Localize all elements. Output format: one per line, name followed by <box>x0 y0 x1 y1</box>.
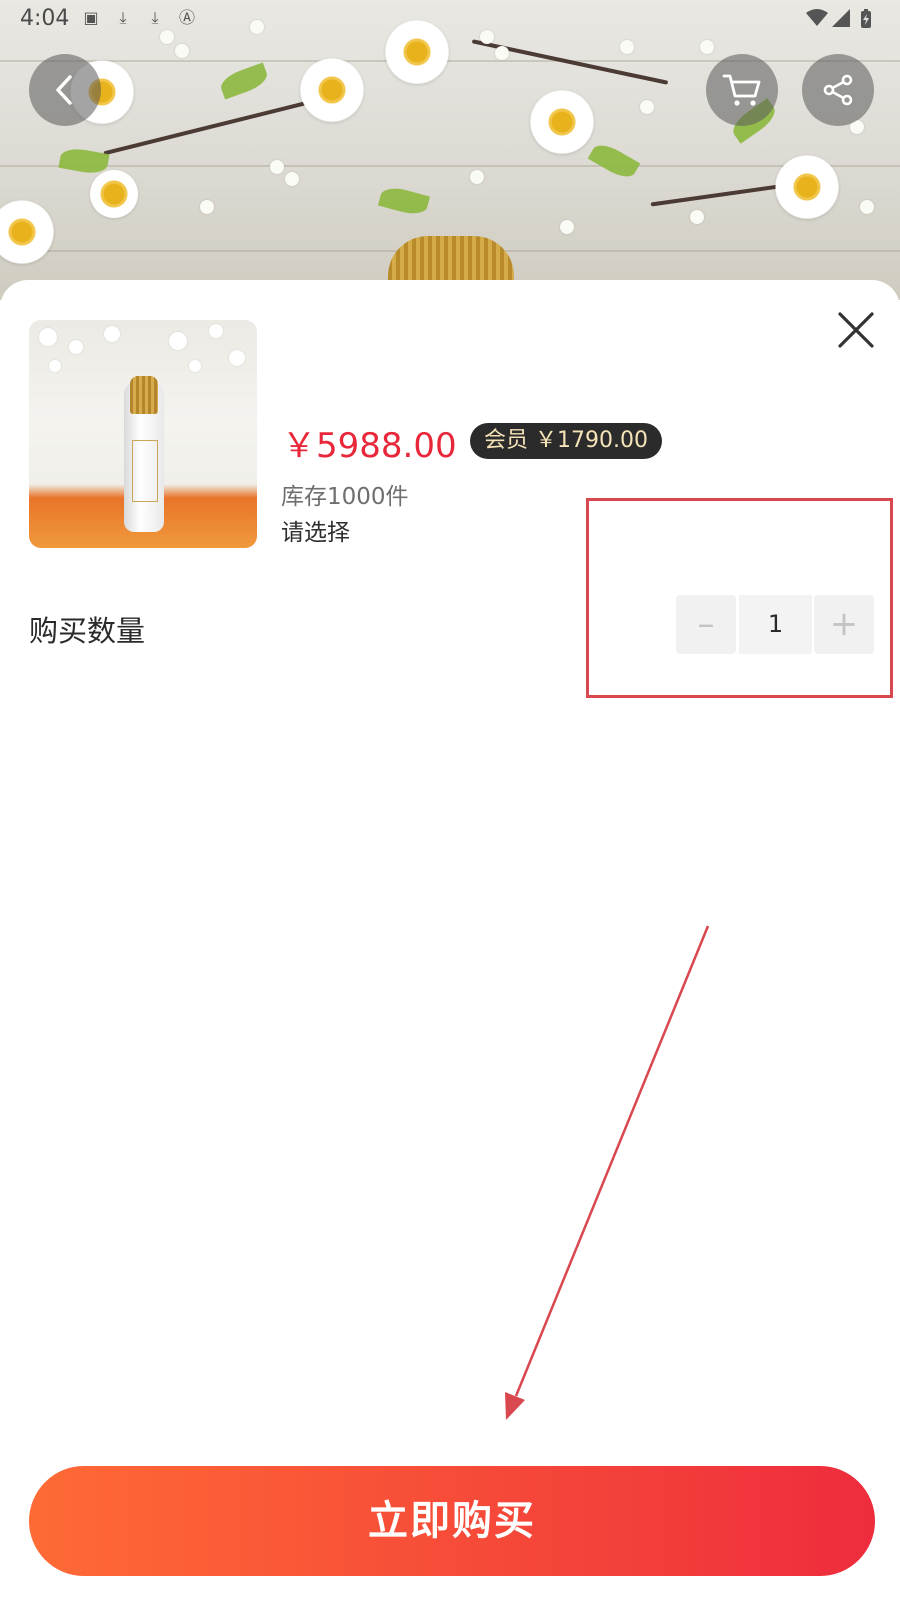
annotation-arrow <box>505 925 710 1420</box>
buy-now-button[interactable]: 立即购买 <box>29 1466 875 1576</box>
